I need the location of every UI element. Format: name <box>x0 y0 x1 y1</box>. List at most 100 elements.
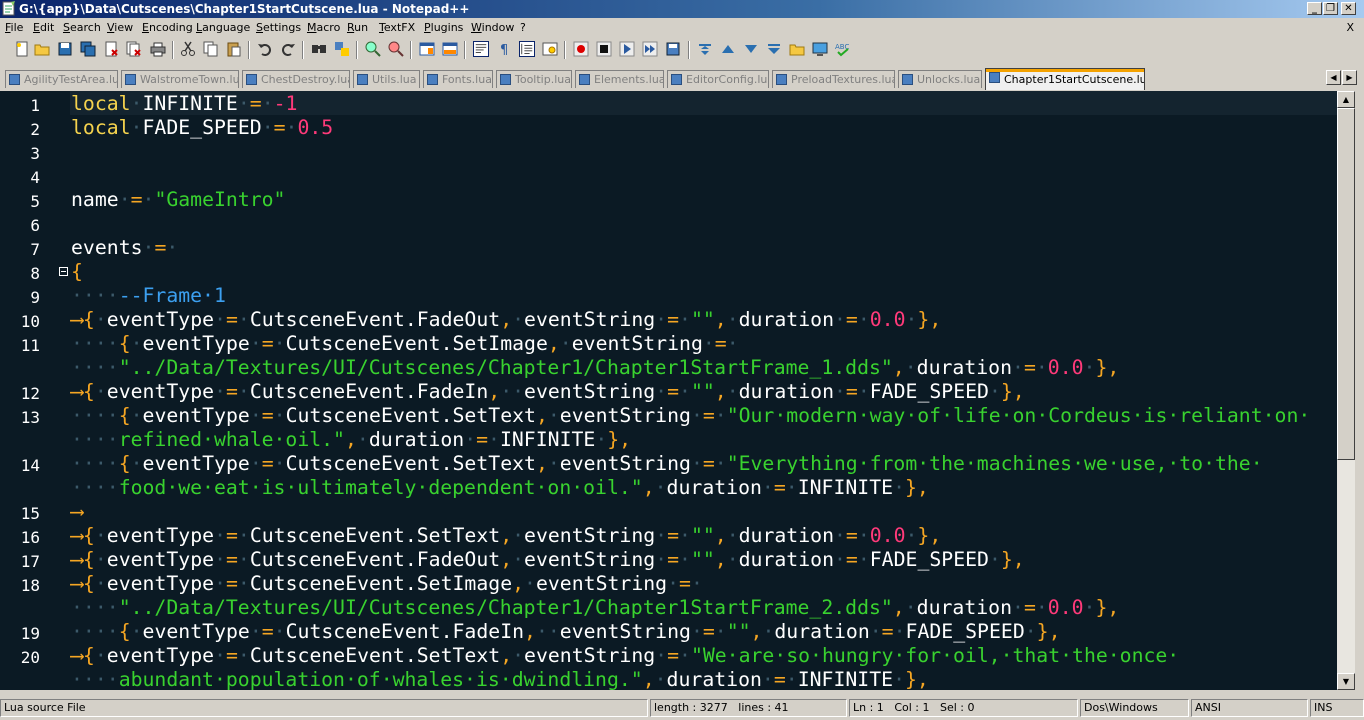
code-line[interactable]: ····{·eventType·=·CutsceneEvent.FadeIn,·… <box>71 620 1060 644</box>
code-line[interactable]: ⟶{·eventType·=·CutsceneEvent.FadeOut,·ev… <box>71 548 1025 572</box>
menu-settings[interactable]: Settings <box>256 21 301 34</box>
tab-chapter1startcutscene[interactable]: Chapter1StartCutscene.lua <box>985 68 1145 90</box>
code-line[interactable]: ····{·eventType·=·CutsceneEvent.SetText,… <box>71 404 1310 428</box>
code-line[interactable]: ····{·eventType·=·CutsceneEvent.SetText,… <box>71 452 1263 476</box>
scroll-down-button[interactable]: ▼ <box>1337 673 1355 690</box>
tab-scroll-right-button[interactable]: ▶ <box>1342 70 1357 85</box>
tab-scroll-left-button[interactable]: ◀ <box>1326 70 1341 85</box>
code-line[interactable]: { <box>71 260 83 284</box>
code-line[interactable]: local·INFINITE·=·-1 <box>71 92 297 116</box>
code-line[interactable]: ····--Frame·1 <box>71 284 226 308</box>
code-line[interactable]: ····refined·whale·oil.",·duration·=·INFI… <box>71 428 631 452</box>
close-all-icon[interactable] <box>126 41 142 57</box>
word-wrap-icon[interactable] <box>473 41 489 57</box>
status-bar: Lua source File length : 3277 lines : 41… <box>0 698 1364 720</box>
print-icon[interactable] <box>150 41 166 57</box>
save-macro-icon[interactable] <box>665 41 681 57</box>
trim-icon[interactable] <box>697 41 713 57</box>
code-line[interactable]: ⟶{·eventType·=·CutsceneEvent.SetImage,·e… <box>71 572 703 596</box>
undo-icon[interactable] <box>257 41 273 57</box>
tab-tooltip[interactable]: Tooltip.lua <box>496 70 572 88</box>
sync-horizontal-icon[interactable] <box>442 41 458 57</box>
menu-plugins[interactable]: Plugins <box>424 21 463 34</box>
tab-walstrometown[interactable]: WalstromeTown.lua <box>121 70 239 88</box>
zoom-out-icon[interactable] <box>388 41 404 57</box>
new-file-icon[interactable] <box>14 41 30 57</box>
record-macro-icon[interactable] <box>573 41 589 57</box>
down-icon[interactable] <box>743 41 759 57</box>
code-line[interactable]: ⟶{·eventType·=·CutsceneEvent.FadeIn,··ev… <box>71 380 1025 404</box>
spellcheck-icon[interactable]: ABC <box>835 41 851 57</box>
code-token: ·eventString· <box>524 572 680 595</box>
tab-agilitytestarea[interactable]: AgilityTestArea.lua <box>5 70 118 88</box>
code-token: · <box>858 524 870 547</box>
code-token: , <box>488 380 501 403</box>
up-icon[interactable] <box>720 41 736 57</box>
code-line[interactable]: ⟶ <box>71 500 83 524</box>
tab-preloadtextures[interactable]: PreloadTextures.lua <box>772 70 895 88</box>
stop-macro-icon[interactable] <box>596 41 612 57</box>
find-icon[interactable] <box>311 41 327 57</box>
menu-file[interactable]: File <box>5 21 23 34</box>
code-token: ·CutsceneEvent.FadeIn <box>273 620 525 643</box>
fold-toggle-icon[interactable] <box>59 267 68 276</box>
code-editor[interactable]: 1 2 3 4 5 6 7 8 9 10 11 12 13 14 15 16 17 18 19 20 local·IN… <box>0 91 1337 690</box>
code-token: ·eventString· <box>512 308 668 331</box>
code-token: "" <box>690 524 715 547</box>
menu-help[interactable]: ? <box>520 21 526 34</box>
folder-icon[interactable] <box>789 41 805 57</box>
menu-macro[interactable]: Macro <box>307 21 340 34</box>
menu-window[interactable]: Window <box>471 21 514 34</box>
sync-vertical-icon[interactable] <box>419 41 435 57</box>
monitor-icon[interactable] <box>812 41 828 57</box>
replace-icon[interactable] <box>334 41 350 57</box>
user-lang-icon[interactable] <box>542 41 558 57</box>
close-window-button[interactable]: ✕ <box>1341 2 1356 15</box>
vertical-scrollbar[interactable]: ▲ ▼ <box>1337 91 1355 690</box>
menu-encoding[interactable]: Encoding <box>142 21 193 34</box>
close-icon[interactable] <box>103 41 119 57</box>
menu-textfx[interactable]: TextFX <box>379 21 415 34</box>
minimize-button[interactable]: _ <box>1307 2 1322 15</box>
menu-edit[interactable]: Edit <box>33 21 54 34</box>
tab-editorconfig[interactable]: EditorConfig.lua <box>667 70 769 88</box>
code-line[interactable]: ····food·we·eat·is·ultimately·dependent·… <box>71 476 929 500</box>
menu-view[interactable]: View <box>107 21 133 34</box>
code-line[interactable]: ⟶{·eventType·=·CutsceneEvent.SetText,·ev… <box>71 524 941 548</box>
play-macro-icon[interactable] <box>619 41 635 57</box>
menu-search[interactable]: Search <box>63 21 101 34</box>
menu-run[interactable]: Run <box>347 21 368 34</box>
code-line[interactable]: ⟶{·eventType·=·CutsceneEvent.FadeOut,·ev… <box>71 308 941 332</box>
open-file-icon[interactable] <box>34 41 50 57</box>
run-icon[interactable] <box>766 41 782 57</box>
paste-icon[interactable] <box>226 41 242 57</box>
scroll-thumb[interactable] <box>1337 108 1355 460</box>
tab-elements[interactable]: Elements.lua <box>575 70 664 88</box>
code-line[interactable]: local·FADE_SPEED·=·0.5 <box>71 116 333 140</box>
menu-language[interactable]: Language <box>196 21 250 34</box>
tab-unlocks[interactable]: Unlocks.lua <box>898 70 982 88</box>
cut-icon[interactable] <box>180 41 196 57</box>
scroll-up-button[interactable]: ▲ <box>1337 91 1355 108</box>
show-all-chars-icon[interactable]: ¶ <box>496 41 512 57</box>
indent-guide-icon[interactable] <box>519 41 535 57</box>
tab-utils[interactable]: Utils.lua <box>353 70 420 88</box>
save-icon[interactable] <box>57 41 73 57</box>
fold-margin[interactable] <box>58 91 70 690</box>
code-line[interactable]: ⟶{·eventType·=·CutsceneEvent.SetText,·ev… <box>71 644 1179 668</box>
tab-fonts[interactable]: Fonts.lua <box>423 70 493 88</box>
redo-icon[interactable] <box>280 41 296 57</box>
close-document-button[interactable]: X <box>1346 21 1354 34</box>
code-line[interactable]: events·=· <box>71 236 178 260</box>
code-line[interactable]: name·=·"GameIntro" <box>71 188 285 212</box>
code-line[interactable]: ····{·eventType·=·CutsceneEvent.SetImage… <box>71 332 739 356</box>
code-line[interactable]: ····"../Data/Textures/UI/Cutscenes/Chapt… <box>71 356 1119 380</box>
code-line[interactable]: ····"../Data/Textures/UI/Cutscenes/Chapt… <box>71 596 1119 620</box>
run-macro-multiple-icon[interactable] <box>642 41 658 57</box>
code-line[interactable]: ····abundant·population·of·whales·is·dwi… <box>71 668 929 690</box>
zoom-in-icon[interactable] <box>365 41 381 57</box>
restore-button[interactable]: ❐ <box>1323 2 1338 15</box>
copy-icon[interactable] <box>203 41 219 57</box>
save-all-icon[interactable] <box>80 41 96 57</box>
tab-chestdestroy[interactable]: ChestDestroy.lua <box>242 70 350 88</box>
